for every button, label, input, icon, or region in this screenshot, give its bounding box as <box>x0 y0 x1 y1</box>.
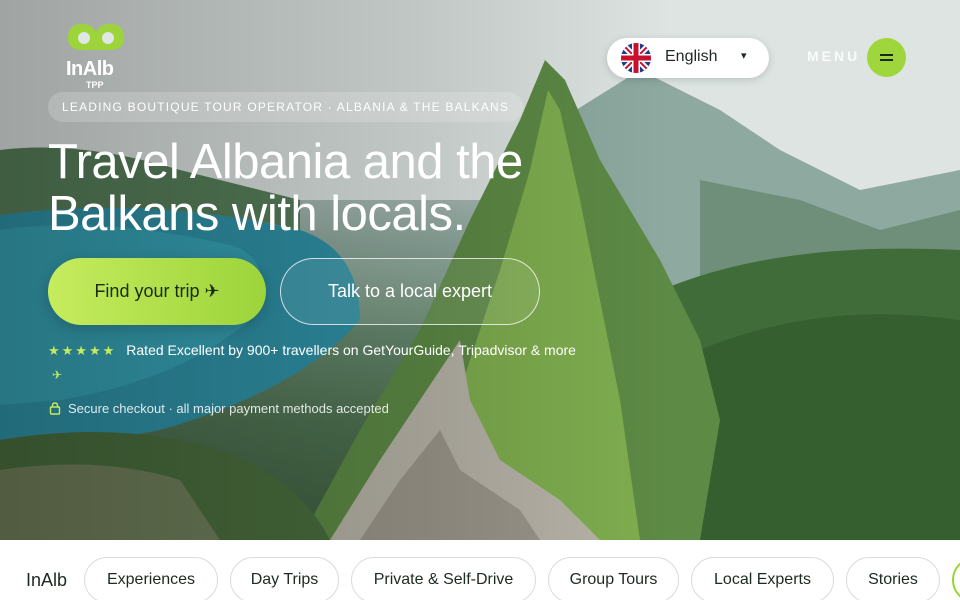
rating-line[interactable]: ★★★★★ Rated Excellent by 900+ travellers … <box>48 342 576 359</box>
language-selector[interactable]: English ▾ <box>607 38 769 78</box>
nav-brand[interactable]: InAlb <box>26 570 67 591</box>
logo-text[interactable]: InAlb <box>66 58 114 81</box>
rating-text: Rated Excellent by 900+ travellers on Ge… <box>126 342 576 358</box>
tagline-badge: LEADING BOUTIQUE TOUR OPERATOR · ALBANIA… <box>48 92 524 122</box>
hamburger-icon-bar <box>880 59 893 61</box>
nav-item-stories[interactable]: Stories <box>846 557 940 600</box>
secure-text: Secure checkout · all major payment meth… <box>68 401 389 416</box>
menu-label[interactable]: MENU <box>807 48 860 64</box>
nav-item-group-tours[interactable]: Group Tours <box>548 557 679 600</box>
lock-icon <box>49 402 61 415</box>
star-rating-icon: ★★★★★ <box>48 343 117 358</box>
language-label: English <box>665 48 718 65</box>
hamburger-icon <box>880 54 893 56</box>
chevron-down-icon: ▾ <box>741 50 747 62</box>
uk-flag-icon <box>621 43 651 73</box>
talk-to-expert-button[interactable]: Talk to a local expert <box>280 258 540 325</box>
nav-item-experiences[interactable]: Experiences <box>84 557 218 600</box>
nav-item-day-trips[interactable]: Day Trips <box>230 557 339 600</box>
arrow-icon[interactable]: ✈ <box>52 368 62 382</box>
hero-title: Travel Albania and the Balkans with loca… <box>48 135 523 241</box>
nav-item-local-experts[interactable]: Local Experts <box>691 557 834 600</box>
logo-subtext: TPP <box>86 80 104 90</box>
find-trip-button[interactable]: Find your trip ✈ <box>48 258 266 325</box>
menu-button[interactable] <box>867 38 906 77</box>
secure-checkout-note: Secure checkout · all major payment meth… <box>48 401 389 416</box>
nav-item-private-self-drive[interactable]: Private & Self-Drive <box>351 557 536 600</box>
